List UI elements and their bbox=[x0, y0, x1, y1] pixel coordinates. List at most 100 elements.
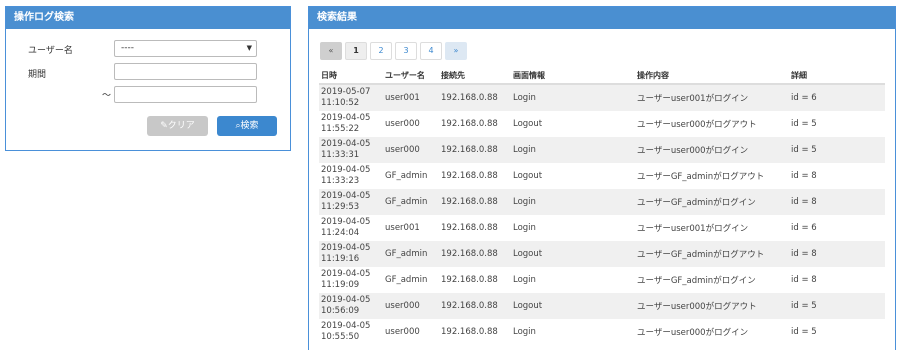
cell-operation: ユーザーuser000がログアウト bbox=[637, 120, 757, 130]
cell-date: 2019-04-05 bbox=[321, 321, 371, 331]
cell-detail: id = 6 bbox=[789, 84, 885, 111]
search-button[interactable]: ⌕検索 bbox=[217, 116, 277, 136]
cell-date: 2019-04-05 bbox=[321, 217, 371, 227]
table-row: 2019-04-05 11:19:09 GF_admin 192.168.0.88 Lo… bbox=[319, 267, 885, 293]
cell-datetime: 2019-04-05 11:19:16 bbox=[319, 241, 383, 267]
clear-button-label: クリア bbox=[167, 121, 195, 131]
search-button-label: 検索 bbox=[240, 121, 259, 131]
cell-time: 10:56:09 bbox=[321, 306, 360, 316]
cell-screen: Login bbox=[513, 275, 536, 285]
cell-user: GF_admin bbox=[383, 189, 439, 215]
page-4[interactable]: 4 bbox=[420, 42, 442, 60]
cell-user: user001 bbox=[383, 84, 439, 111]
cell-datetime: 2019-05-07 11:10:52 bbox=[319, 84, 383, 111]
cell-user: GF_admin bbox=[383, 241, 439, 267]
table-row: 2019-04-05 11:33:23 GF_admin 192.168.0.88 Lo… bbox=[319, 163, 885, 189]
cell-screen: Login bbox=[511, 189, 635, 215]
cell-screen: Logout bbox=[511, 293, 635, 319]
cell-time: 11:24:04 bbox=[321, 228, 360, 238]
cell-date: 2019-04-05 bbox=[321, 113, 371, 123]
header-host: 接続先 bbox=[439, 68, 511, 85]
cell-operation: ユーザーGF_adminがログイン bbox=[637, 276, 756, 286]
period-tilde: ～ bbox=[102, 91, 112, 101]
period-end-input[interactable] bbox=[114, 86, 257, 103]
cell-operation: ユーザーuser000がログアウト bbox=[635, 293, 789, 319]
cell-screen: Login bbox=[511, 84, 635, 111]
pagination: « 1 2 3 4 » bbox=[320, 42, 470, 60]
cell-time: 11:10:52 bbox=[321, 98, 360, 108]
cell-datetime: 2019-04-05 11:24:04 bbox=[319, 215, 383, 241]
cell-user: GF_admin bbox=[385, 275, 428, 285]
period-label: 期間 bbox=[28, 70, 47, 80]
cell-host: 192.168.0.88 bbox=[439, 189, 511, 215]
pagination-next[interactable]: » bbox=[445, 42, 467, 60]
cell-datetime: 2019-04-05 10:55:50 bbox=[319, 319, 383, 345]
results-table: 日時 ユーザー名 接続先 画面情報 操作内容 詳細 2019-05-07 11:1… bbox=[319, 68, 885, 345]
cell-date: 2019-04-05 bbox=[321, 165, 371, 175]
cell-date: 2019-04-05 bbox=[321, 243, 371, 253]
header-datetime: 日時 bbox=[319, 68, 383, 85]
cell-time: 11:19:09 bbox=[321, 280, 360, 290]
search-panel-title: 操作ログ検索 bbox=[6, 7, 290, 29]
cell-operation: ユーザーGF_adminがログアウト bbox=[635, 241, 789, 267]
cell-screen: Logout bbox=[513, 119, 543, 129]
table-row: 2019-04-05 11:29:53 GF_admin 192.168.0.88 Lo… bbox=[319, 189, 885, 215]
cell-date: 2019-04-05 bbox=[321, 139, 371, 149]
cell-screen: Logout bbox=[513, 171, 543, 181]
cell-date: 2019-04-05 bbox=[321, 269, 371, 279]
period-start-input[interactable] bbox=[114, 63, 257, 80]
cell-datetime: 2019-04-05 11:33:31 bbox=[319, 137, 383, 163]
cell-user: user000 bbox=[383, 137, 439, 163]
cell-screen: Login bbox=[513, 223, 536, 233]
result-panel-title: 検索結果 bbox=[309, 7, 895, 29]
cell-host: 192.168.0.88 bbox=[439, 293, 511, 319]
cell-time: 11:55:22 bbox=[321, 124, 360, 134]
user-name-select[interactable]: ---- ▼ bbox=[114, 40, 257, 57]
cell-detail: id = 5 bbox=[789, 293, 885, 319]
user-name-select-value: ---- bbox=[121, 43, 134, 53]
result-panel: 検索結果 « 1 2 3 4 » 日時 ユーザー名 接続先 画面情報 操作内容 … bbox=[308, 6, 896, 350]
page-2[interactable]: 2 bbox=[370, 42, 392, 60]
cell-operation: ユーザーuser000がログイン bbox=[637, 328, 749, 338]
cell-operation: ユーザーuser001がログイン bbox=[635, 84, 789, 111]
header-screen: 画面情報 bbox=[511, 68, 635, 85]
cell-user: user000 bbox=[385, 119, 420, 129]
page-1[interactable]: 1 bbox=[345, 42, 367, 60]
cell-user: user001 bbox=[385, 223, 420, 233]
cell-host: 192.168.0.88 bbox=[441, 327, 498, 337]
eraser-icon: ✎ bbox=[160, 121, 168, 131]
search-panel: 操作ログ検索 ユーザー名 ---- ▼ 期間 ～ ✎クリア ⌕検索 bbox=[5, 6, 291, 151]
pagination-prev[interactable]: « bbox=[320, 42, 342, 60]
cell-host: 192.168.0.88 bbox=[439, 241, 511, 267]
cell-host: 192.168.0.88 bbox=[441, 223, 498, 233]
cell-detail: id = 8 bbox=[791, 171, 817, 181]
cell-detail: id = 5 bbox=[791, 119, 817, 129]
dropdown-arrow-icon: ▼ bbox=[246, 44, 252, 52]
header-operation: 操作内容 bbox=[635, 68, 789, 85]
cell-host: 192.168.0.88 bbox=[441, 119, 498, 129]
cell-screen: Logout bbox=[511, 241, 635, 267]
cell-time: 10:55:50 bbox=[321, 332, 360, 342]
cell-date: 2019-04-05 bbox=[321, 295, 371, 305]
cell-datetime: 2019-04-05 11:29:53 bbox=[319, 189, 383, 215]
cell-detail: id = 8 bbox=[789, 189, 885, 215]
cell-time: 11:33:23 bbox=[321, 176, 360, 186]
cell-host: 192.168.0.88 bbox=[439, 84, 511, 111]
table-header-row: 日時 ユーザー名 接続先 画面情報 操作内容 詳細 bbox=[319, 68, 885, 85]
cell-user: user000 bbox=[383, 293, 439, 319]
cell-time: 11:29:53 bbox=[321, 202, 360, 212]
clear-button[interactable]: ✎クリア bbox=[147, 116, 208, 136]
header-user: ユーザー名 bbox=[383, 68, 439, 85]
user-name-label: ユーザー名 bbox=[28, 46, 73, 56]
header-detail: 詳細 bbox=[789, 68, 885, 85]
cell-datetime: 2019-04-05 11:19:09 bbox=[319, 267, 383, 293]
cell-date: 2019-05-07 bbox=[321, 87, 371, 97]
page-3[interactable]: 3 bbox=[395, 42, 417, 60]
cell-time: 11:19:16 bbox=[321, 254, 360, 264]
cell-operation: ユーザーGF_adminがログアウト bbox=[637, 172, 765, 182]
cell-user: user000 bbox=[385, 327, 420, 337]
cell-time: 11:33:31 bbox=[321, 150, 360, 160]
table-row: 2019-04-05 10:56:09 user000 192.168.0.88 Log… bbox=[319, 293, 885, 319]
cell-screen: Login bbox=[511, 137, 635, 163]
cell-datetime: 2019-04-05 11:33:23 bbox=[319, 163, 383, 189]
